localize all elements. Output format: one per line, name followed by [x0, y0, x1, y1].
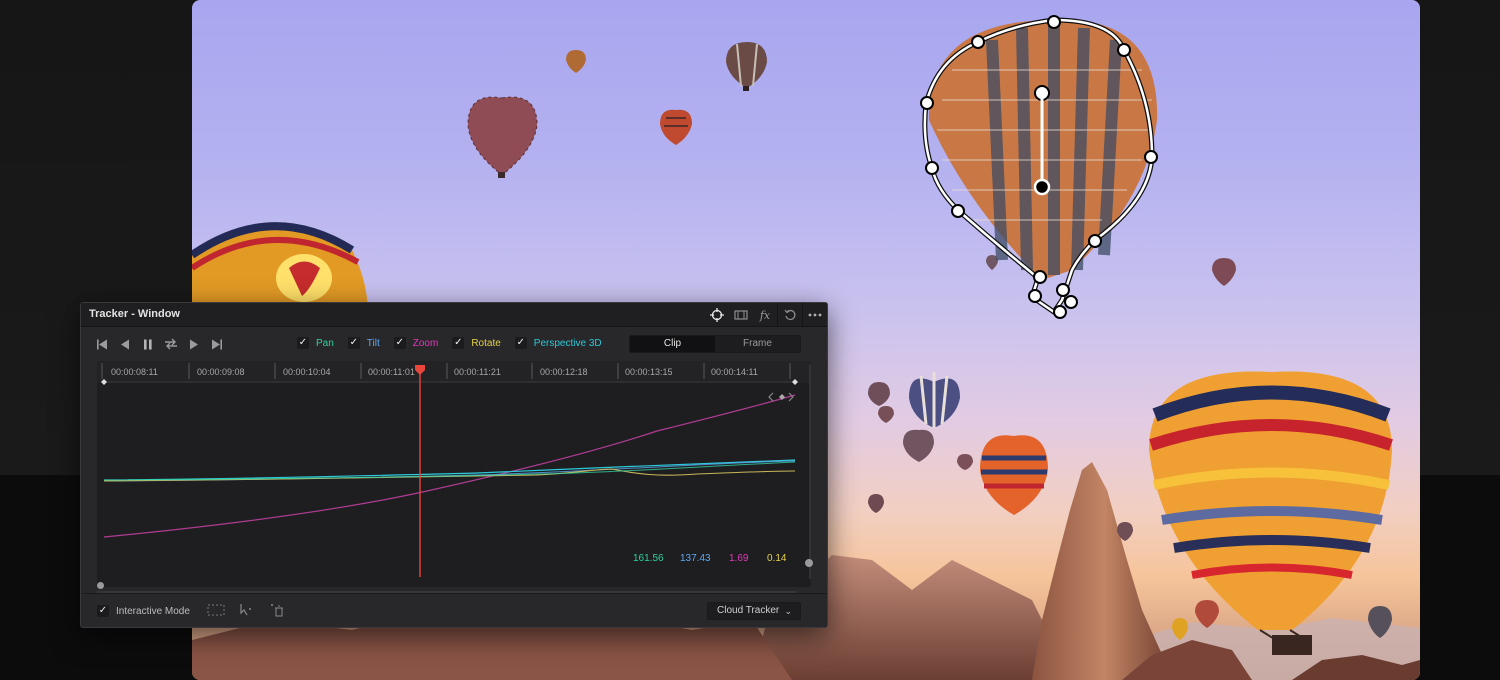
perspective-3d-label: Perspective 3D: [533, 337, 602, 349]
timecode-label: 00:00:11:01: [368, 367, 415, 377]
tracker-title: Tracker - Window: [89, 308, 180, 320]
horizontal-scroll-handle[interactable]: [97, 582, 104, 589]
tracked-balloon: [920, 15, 1158, 319]
tracker-window: Tracker - Window fx ✓ Pan ✓ Tilt ✓ Zoom …: [80, 302, 828, 628]
rotate-value: 0.14: [767, 553, 787, 564]
skip-to-start-icon[interactable]: [95, 337, 109, 351]
insert-selection-icon[interactable]: [207, 603, 225, 617]
check-icon: ✓: [452, 337, 465, 349]
check-icon: ✓: [97, 605, 109, 617]
tracker-toolbar: ✓ Pan ✓ Tilt ✓ Zoom ✓ Rotate ✓ Perspecti…: [81, 327, 827, 363]
step-back-icon[interactable]: [118, 337, 132, 351]
reset-icon[interactable]: [778, 303, 802, 327]
zoom-checkbox[interactable]: ✓ Zoom: [393, 337, 439, 349]
chevron-down-icon: ⌄: [784, 606, 792, 616]
delete-point-icon[interactable]: [267, 603, 285, 617]
vertical-scrollbar[interactable]: [807, 365, 813, 579]
tilt-checkbox[interactable]: ✓ Tilt: [347, 337, 380, 349]
rotate-label: Rotate: [471, 337, 501, 349]
frame-tab[interactable]: Frame: [715, 336, 800, 352]
timecode-label: 00:00:11:21: [454, 367, 501, 377]
tracker-footer: ✓ Interactive Mode Cloud Tracker ⌄: [81, 593, 827, 627]
loop-icon[interactable]: [164, 337, 178, 351]
vertical-scroll-handle[interactable]: [805, 559, 813, 567]
horizontal-scrollbar[interactable]: [97, 581, 797, 593]
tilt-label: Tilt: [366, 337, 380, 349]
timecode-label: 00:00:13:15: [625, 367, 673, 377]
zoom-label: Zoom: [412, 337, 439, 349]
fx-icon[interactable]: fx: [753, 303, 777, 327]
play-icon[interactable]: [187, 337, 201, 351]
more-icon[interactable]: [803, 303, 827, 327]
check-icon: ✓: [393, 337, 406, 349]
balloon-right: [1149, 371, 1393, 655]
crosshair-icon[interactable]: [705, 303, 729, 327]
timecode-label: 00:00:12:18: [540, 367, 588, 377]
timecode-label: 00:00:09:08: [197, 367, 245, 377]
interactive-mode-checkbox[interactable]: ✓ Interactive Mode: [97, 605, 190, 617]
rotate-checkbox[interactable]: ✓ Rotate: [452, 337, 501, 349]
tracker-type-value: Cloud Tracker: [717, 605, 780, 616]
tracker-type-dropdown[interactable]: Cloud Tracker ⌄: [707, 602, 801, 620]
timecode-label: 00:00:10:04: [283, 367, 331, 377]
skip-to-end-icon[interactable]: [210, 337, 224, 351]
clip-frame-toggle: Clip Frame: [629, 335, 801, 353]
tracking-graph[interactable]: 00:00:08:11 00:00:09:08 00:00:10:04 00:0…: [97, 361, 811, 587]
zoom-value: 1.69: [729, 553, 749, 564]
pan-value: 161.56: [633, 553, 664, 564]
pan-checkbox[interactable]: ✓ Pan: [297, 337, 334, 349]
pan-label: Pan: [316, 337, 334, 349]
tilt-value: 137.43: [680, 553, 711, 564]
check-icon: ✓: [347, 337, 360, 349]
clip-tab[interactable]: Clip: [630, 336, 715, 352]
tracker-title-bar: Tracker - Window fx: [81, 303, 827, 327]
timecode-label: 00:00:14:11: [711, 367, 758, 377]
set-point-icon[interactable]: [237, 603, 255, 617]
perspective-3d-checkbox[interactable]: ✓ Perspective 3D: [514, 337, 602, 349]
check-icon: ✓: [514, 337, 527, 349]
tracking-options: ✓ Pan ✓ Tilt ✓ Zoom ✓ Rotate ✓ Perspecti…: [297, 337, 616, 349]
interactive-mode-label: Interactive Mode: [116, 605, 190, 617]
pause-icon[interactable]: [141, 337, 155, 351]
check-icon: ✓: [297, 337, 309, 349]
film-icon[interactable]: [729, 303, 753, 327]
timecode-label: 00:00:08:11: [111, 367, 158, 377]
transport-controls: [95, 337, 224, 351]
